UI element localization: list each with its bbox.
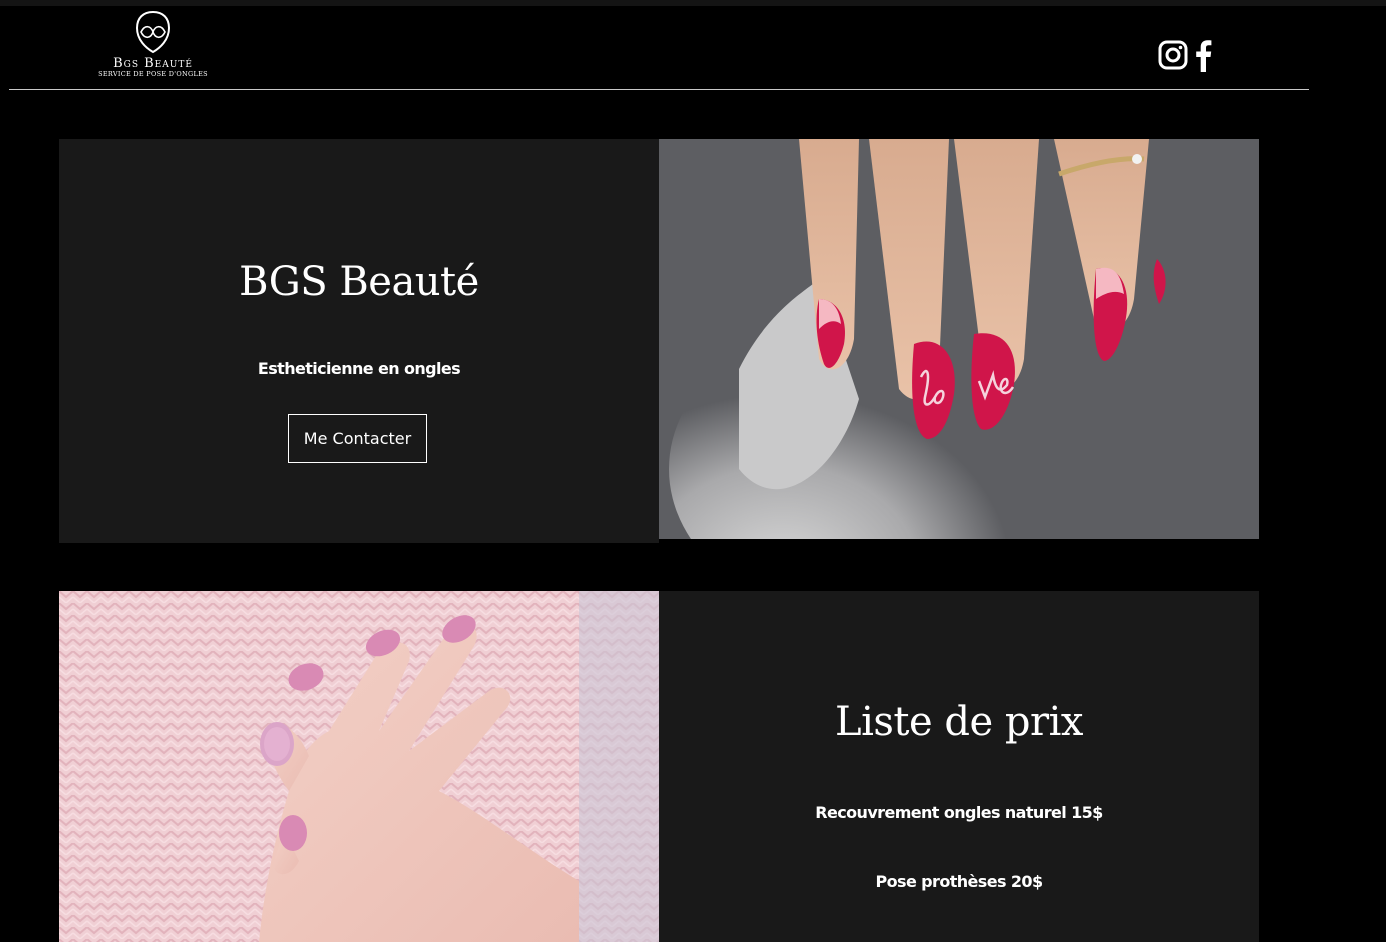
price-list-panel: Liste de prix Recouvrement ongles nature… [659,591,1259,942]
facebook-link[interactable] [1194,38,1212,77]
site-header: Bgs Beauté Service de pose d'ongles [0,6,1386,90]
price-item: Pose prothèses 20$ [875,872,1044,891]
header-divider [9,89,1309,90]
red-love-nails-photo [659,139,1259,539]
social-links [1158,38,1212,77]
brand-tagline: Service de pose d'ongles [98,70,208,78]
contact-button[interactable]: Me Contacter [288,414,427,463]
instagram-link[interactable] [1158,40,1188,75]
brand-logo[interactable]: Bgs Beauté Service de pose d'ongles [88,8,218,84]
hero-title: BGS Beauté [239,259,479,305]
infinity-heart-icon [135,10,171,54]
pink-nails-sweater-photo [59,591,659,942]
instagram-icon [1158,40,1188,69]
price-list-title: Liste de prix [835,699,1083,745]
hero-panel: BGS Beauté Estheticienne en ongles Me Co… [59,139,659,543]
price-item: Recouvrement ongles naturel 15$ [815,803,1103,822]
facebook-icon [1196,39,1212,72]
hero-subtitle: Estheticienne en ongles [257,359,461,378]
brand-name: Bgs Beauté [113,56,193,71]
